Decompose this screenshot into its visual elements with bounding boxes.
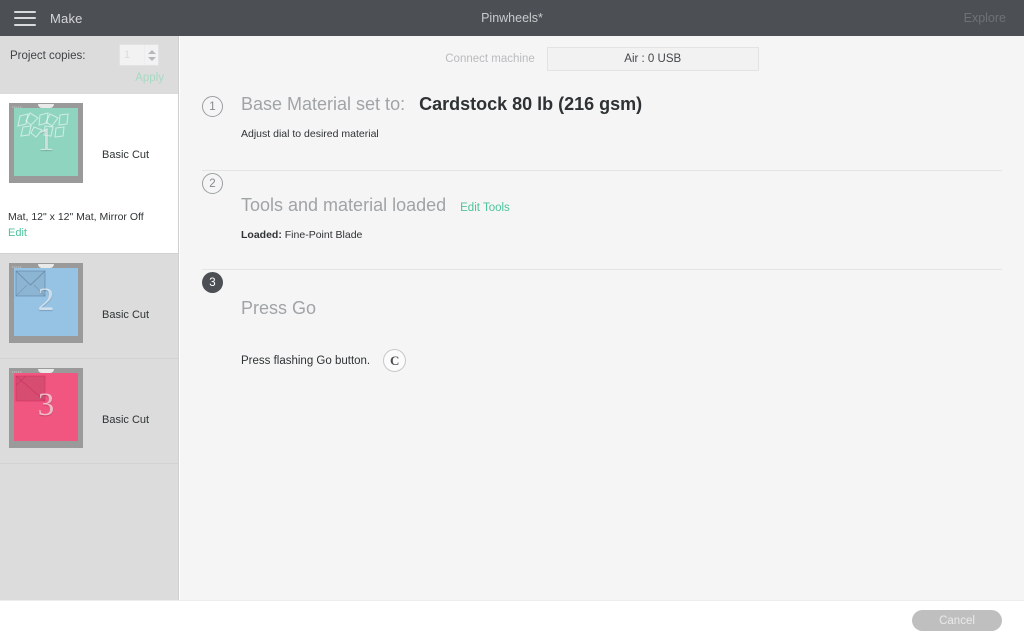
press-go-text: Press flashing Go button. (241, 354, 371, 367)
hamburger-icon[interactable] (14, 10, 36, 26)
step-2: 2 Tools and material loaded Edit Tools L… (202, 171, 1002, 251)
footer-bar: Cancel (0, 600, 1024, 640)
mat-cut-label-1: Basic Cut (102, 149, 150, 161)
make-screen: Make Pinwheels* Explore Project copies: … (0, 0, 1024, 640)
step-2-loaded-label: Loaded: (241, 229, 282, 241)
press-go-row: Press flashing Go button. C (241, 349, 1002, 372)
step-3-number: 3 (202, 272, 223, 293)
mat-surface-3: 3 (14, 373, 78, 441)
main-panel: Connect machine Air : 0 USB 1 Base Mater… (180, 36, 1024, 600)
mat-surface-2: 2 (14, 268, 78, 336)
mat-number-2: 2 (37, 281, 55, 318)
machine-connect-bar: Connect machine Air : 0 USB (180, 36, 1024, 74)
project-copies-stepper[interactable] (119, 44, 159, 66)
stepper-up-icon[interactable] (147, 49, 156, 54)
mat-meta-1: Mat, 12" x 12" Mat, Mirror Off (8, 211, 144, 223)
connect-machine-label: Connect machine (445, 53, 535, 65)
step-2-number: 2 (202, 173, 223, 194)
app-header: Make Pinwheels* Explore (0, 0, 1024, 36)
step-2-loaded-row: Loaded: Fine-Point Blade (241, 229, 1002, 241)
project-copies-label: Project copies: (10, 50, 86, 62)
step-3: 3 Press Go Press flashing Go button. C (202, 270, 1002, 372)
mat-cut-label-3: Basic Cut (102, 414, 150, 426)
sidebar: Project copies: Apply 12x12 (0, 36, 179, 600)
step-3-title: Press Go (241, 298, 317, 318)
mat-thumbnail-2[interactable]: 12x12 2 (9, 263, 83, 343)
project-copies-panel: Project copies: Apply (0, 36, 178, 94)
mat-number-1: 1 (37, 121, 55, 158)
step-2-title: Tools and material loaded (241, 195, 447, 215)
stepper-down-icon[interactable] (147, 56, 156, 61)
document-title: Pinwheels* (481, 11, 543, 25)
mat-edit-link-1[interactable]: Edit (8, 227, 27, 239)
mode-label: Make (50, 10, 83, 26)
step-1-subtext: Adjust dial to desired material (241, 128, 379, 140)
steps-list: 1 Base Material set to: Cardstock 80 lb … (180, 74, 1024, 372)
step-2-loaded-value: Fine-Point Blade (284, 229, 363, 241)
edit-tools-link[interactable]: Edit Tools (460, 202, 510, 214)
cricut-c-glyph: C (389, 352, 400, 368)
cricut-c-icon[interactable]: C (383, 349, 407, 372)
mat-list: 12x12 1 Basic Cut Mat, 12" x 12" Mat, Mi… (0, 94, 178, 464)
mat-row-2[interactable]: 12x12 2 Basic Cut (0, 254, 178, 359)
mat-number-3: 3 (37, 386, 55, 423)
mat-row-3[interactable]: 12x12 3 Basic Cut (0, 359, 178, 464)
project-copies-input[interactable] (120, 45, 144, 65)
mat-surface-1: 1 (14, 108, 78, 176)
mat-cut-label-2: Basic Cut (102, 309, 150, 321)
step-1: 1 Base Material set to: Cardstock 80 lb … (202, 94, 1002, 152)
step-1-title: Base Material set to: (241, 94, 406, 114)
cancel-button[interactable]: Cancel (912, 610, 1002, 631)
mat-thumbnail-3[interactable]: 12x12 3 (9, 368, 83, 448)
machine-select[interactable]: Air : 0 USB (546, 47, 759, 71)
stepper-arrows[interactable] (144, 45, 158, 65)
step-1-material-value: Cardstock 80 lb (216 gsm) (419, 94, 643, 114)
mat-row-1[interactable]: 12x12 1 Basic Cut Mat, 12" x 12" Mat, Mi… (0, 94, 178, 254)
step-1-number: 1 (202, 96, 223, 117)
mat-thumbnail-1[interactable]: 12x12 1 (9, 103, 83, 183)
explore-link[interactable]: Explore (964, 11, 1006, 25)
apply-button[interactable]: Apply (135, 72, 164, 84)
